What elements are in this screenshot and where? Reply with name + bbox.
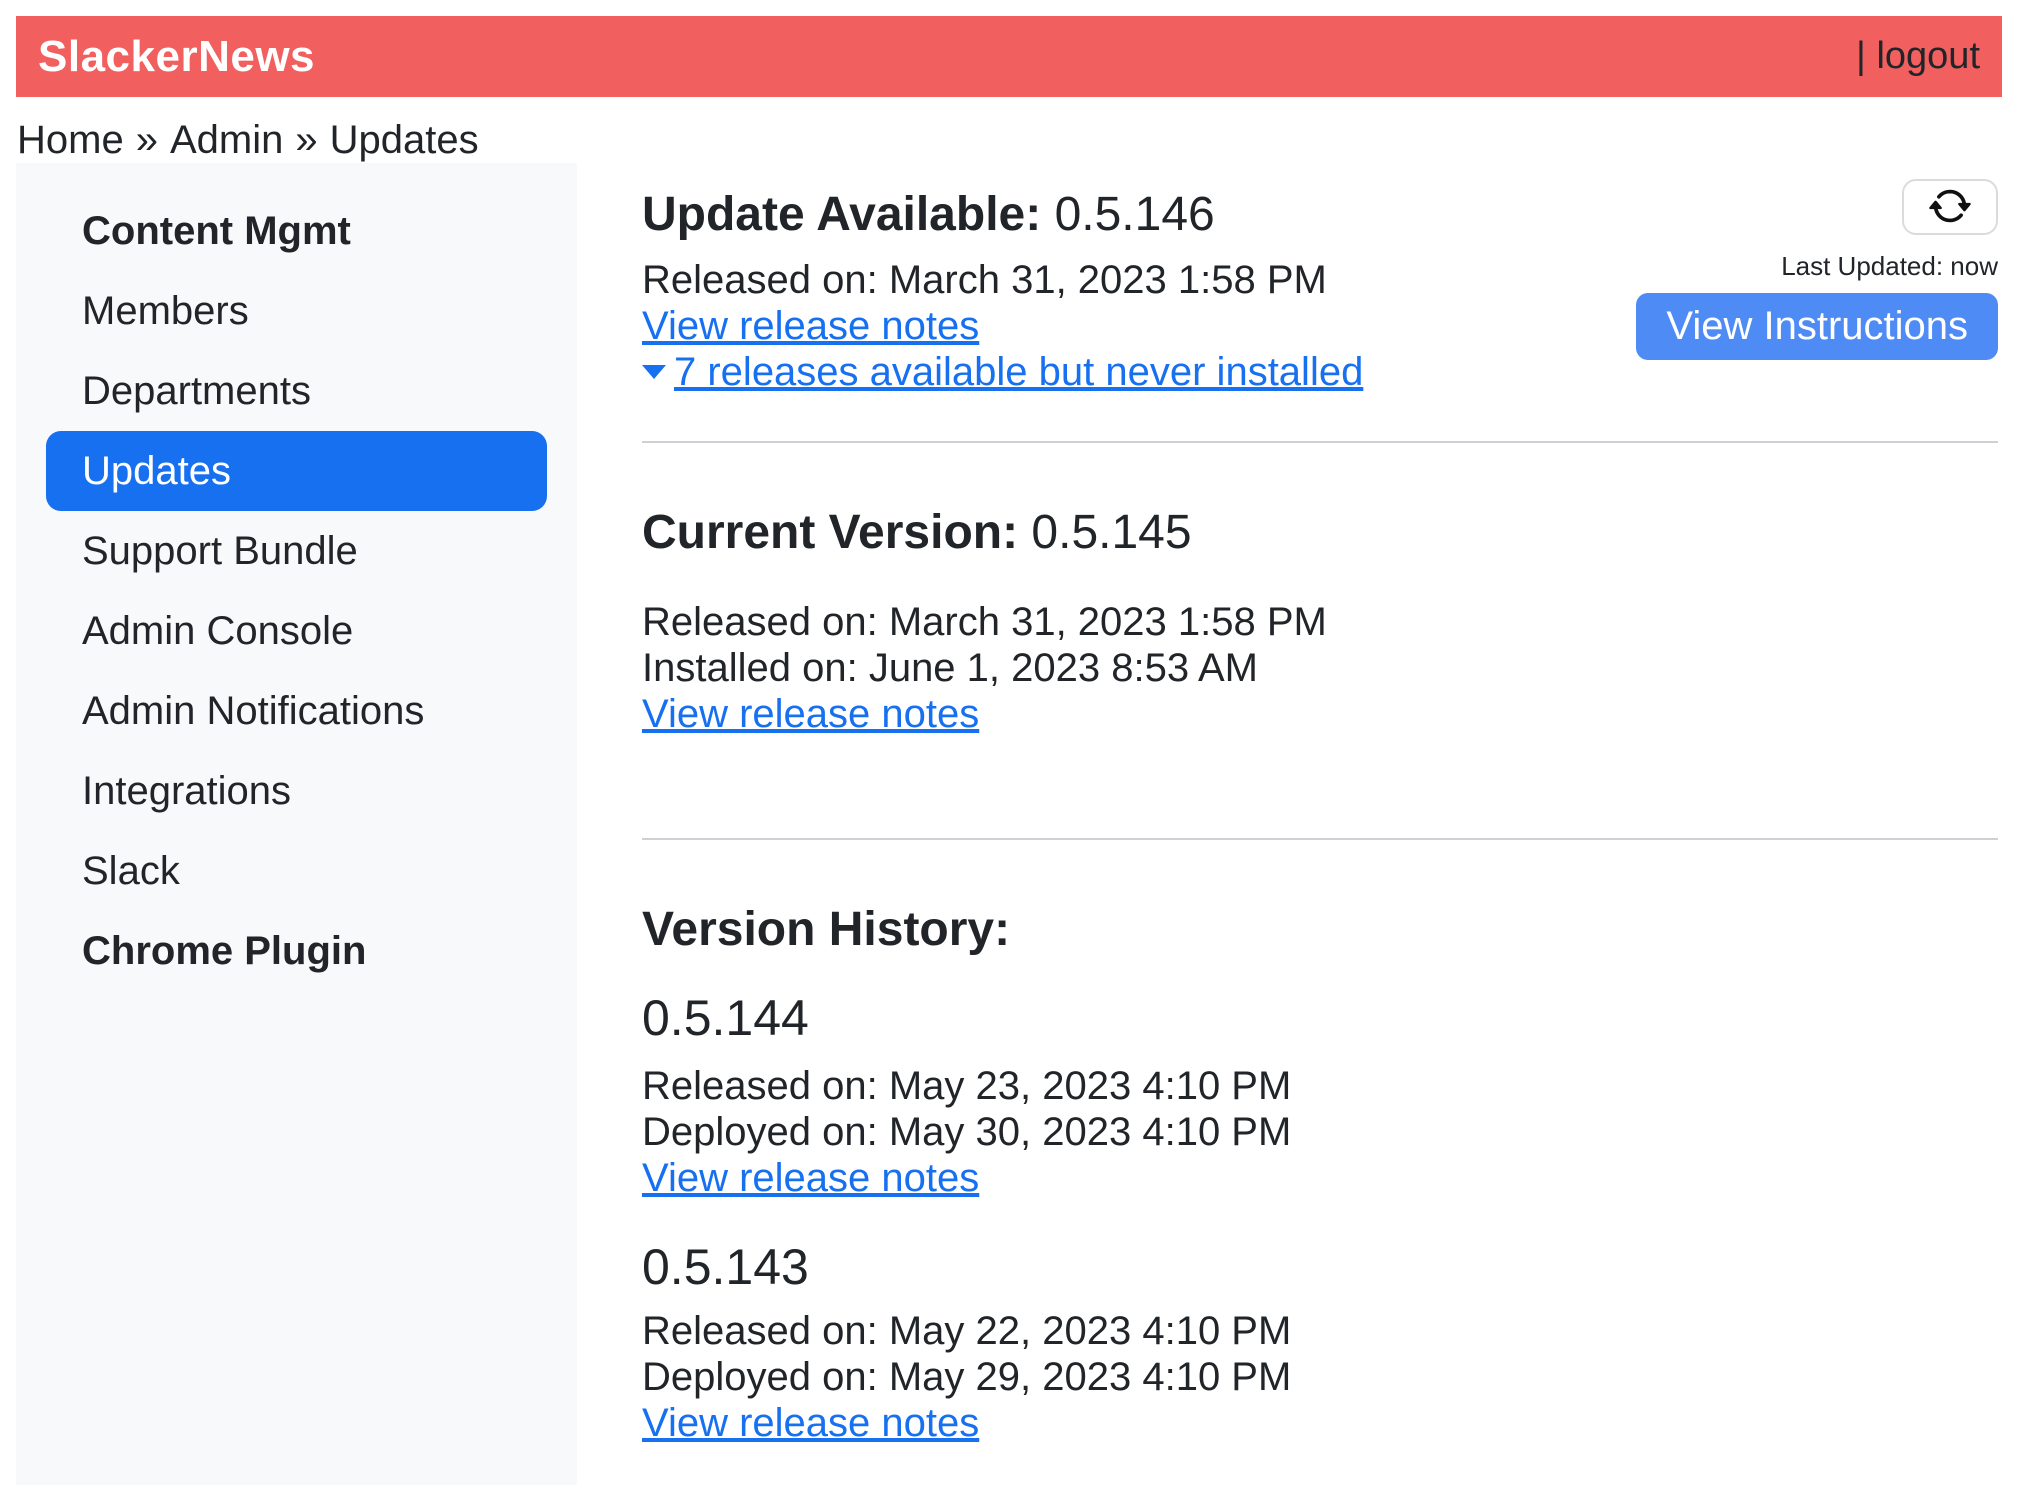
sidebar-item-slack[interactable]: Slack <box>16 831 577 911</box>
view-instructions-button[interactable]: View Instructions <box>1636 293 1998 360</box>
sidebar-item-content-mgmt[interactable]: Content Mgmt <box>16 191 577 271</box>
sidebar-item-chrome-plugin[interactable]: Chrome Plugin <box>16 911 577 991</box>
history-version-number: 0.5.144 <box>642 988 1998 1048</box>
history-deployed-text: Deployed on: May 30, 2023 4:10 PM <box>642 1109 1998 1155</box>
history-released-text: Released on: May 22, 2023 4:10 PM <box>642 1308 1998 1354</box>
sidebar-item-support-bundle[interactable]: Support Bundle <box>16 511 577 591</box>
history-version-number: 0.5.143 <box>642 1237 1998 1297</box>
current-version-heading: Current Version: 0.5.145 <box>642 504 1998 562</box>
sidebar-item-admin-console[interactable]: Admin Console <box>16 591 577 671</box>
page: SlackerNews | logout Home»Admin»Updates … <box>0 0 2028 1510</box>
sidebar: Content Mgmt Members Departments Updates… <box>16 163 577 1485</box>
update-controls: Last Updated: now View Instructions <box>1636 179 1998 360</box>
last-updated-text: Last Updated: now <box>1781 251 1998 281</box>
logout-link[interactable]: | logout <box>1856 35 1980 78</box>
breadcrumb-admin[interactable]: Admin <box>170 118 283 162</box>
version-history-section: Version History: 0.5.144 Released on: Ma… <box>642 901 1998 1446</box>
main-content: Last Updated: now View Instructions Upda… <box>642 163 1998 1446</box>
sidebar-item-integrations[interactable]: Integrations <box>16 751 577 831</box>
history-released-text: Released on: May 23, 2023 4:10 PM <box>642 1063 1998 1109</box>
app-header: SlackerNews | logout <box>16 16 2002 97</box>
current-version-label: Current Version: <box>642 506 1018 559</box>
breadcrumb-separator: » <box>136 118 158 162</box>
breadcrumb: Home » Admin » Updates <box>17 117 479 163</box>
current-version-section: Current Version: 0.5.145 Released on: Ma… <box>642 504 1998 737</box>
sidebar-item-updates[interactable]: Updates <box>46 431 547 511</box>
sidebar-item-members[interactable]: Members <box>16 271 577 351</box>
refresh-button[interactable] <box>1902 179 1998 235</box>
sidebar-item-departments[interactable]: Departments <box>16 351 577 431</box>
version-history-heading: Version History: <box>642 901 1998 959</box>
breadcrumb-separator: » <box>295 118 317 162</box>
caret-down-icon <box>642 365 666 379</box>
sidebar-item-admin-notifications[interactable]: Admin Notifications <box>16 671 577 751</box>
history-release-notes-link[interactable]: View release notes <box>642 1401 979 1445</box>
version-history-entry: 0.5.144 Released on: May 23, 2023 4:10 P… <box>642 988 1998 1201</box>
update-available-label: Update Available: <box>642 188 1041 241</box>
update-available-version: 0.5.146 <box>1055 188 1215 241</box>
history-deployed-text: Deployed on: May 29, 2023 4:10 PM <box>642 1354 1998 1400</box>
history-release-notes-link[interactable]: View release notes <box>642 1156 979 1200</box>
breadcrumb-current: Updates <box>330 118 479 162</box>
breadcrumb-home[interactable]: Home <box>17 118 124 162</box>
current-version-number: 0.5.145 <box>1031 506 1191 559</box>
current-released-text: Released on: March 31, 2023 1:58 PM <box>642 599 1998 645</box>
current-release-notes-link[interactable]: View release notes <box>642 692 979 736</box>
refresh-icon <box>1929 185 1971 230</box>
current-installed-text: Installed on: June 1, 2023 8:53 AM <box>642 645 1998 691</box>
section-divider <box>642 838 1998 840</box>
app-title[interactable]: SlackerNews <box>38 32 315 82</box>
version-history-entry: 0.5.143 Released on: May 22, 2023 4:10 P… <box>642 1237 1998 1446</box>
update-release-notes-link[interactable]: View release notes <box>642 304 979 348</box>
section-divider <box>642 441 1998 443</box>
never-installed-releases-link[interactable]: 7 releases available but never installed <box>674 350 1363 394</box>
